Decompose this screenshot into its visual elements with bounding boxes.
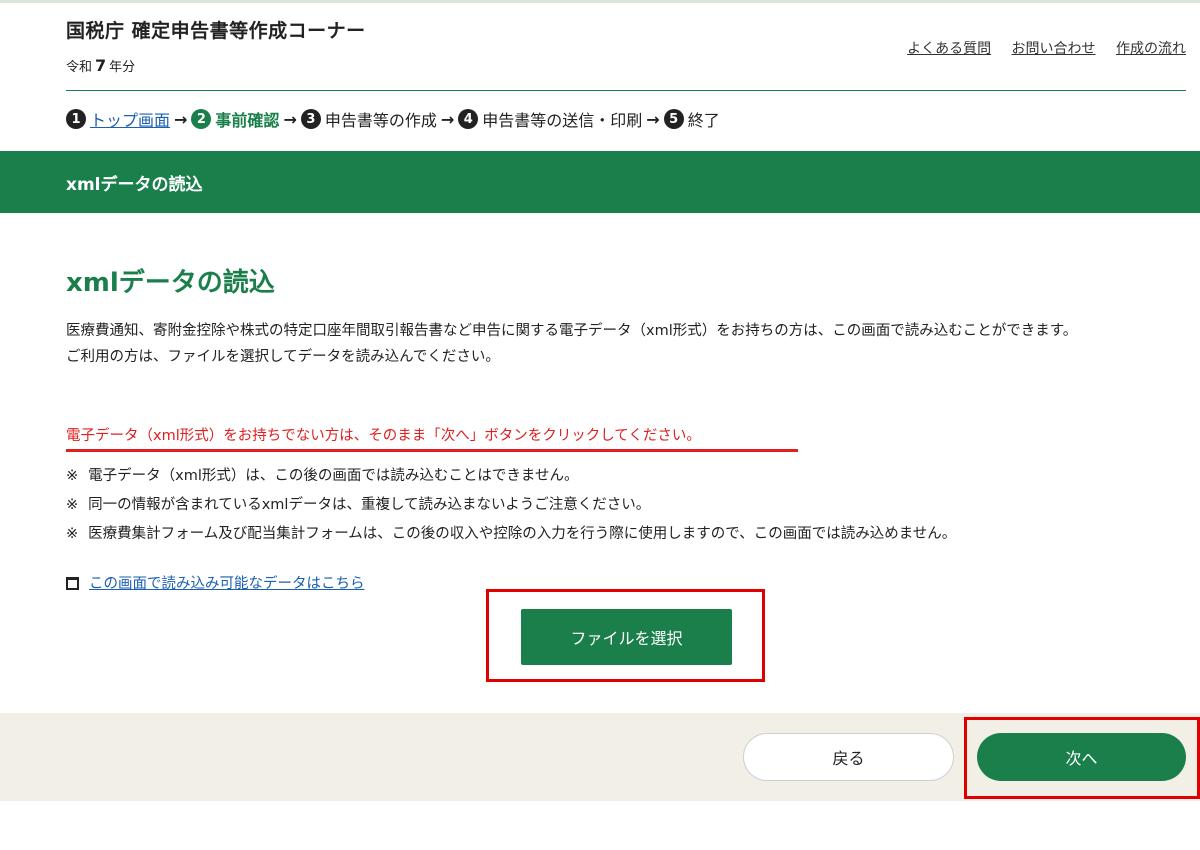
note-text: 同一の情報が含まれているxmlデータは、重複して読み込まないようご注意ください。	[88, 497, 651, 513]
arrow-right-icon: →	[174, 109, 188, 129]
intro-line: 医療費通知、寄附金控除や株式の特定口座年間取引報告書など申告に関する電子データ（…	[66, 323, 1078, 339]
section-banner: xmlデータの読込	[0, 151, 1200, 213]
back-button[interactable]: 戻る	[743, 733, 954, 781]
step-top-link[interactable]: トップ画面	[90, 111, 170, 130]
site-header: 国税庁 確定申告書等作成コーナー 令和 7 年分 よくある質問 お問い合わせ 作成の…	[66, 14, 1186, 75]
step-number-icon: 2	[191, 109, 212, 129]
era-year: 7	[95, 56, 107, 75]
step-number-icon: 5	[663, 109, 684, 129]
step-precheck: 2 事前確認	[191, 107, 279, 131]
select-file-button[interactable]: ファイルを選択	[521, 609, 732, 665]
flow-link[interactable]: 作成の流れ	[1116, 41, 1186, 57]
era-suffix: 年分	[109, 60, 136, 75]
step-top: 1 トップ画面	[66, 107, 170, 131]
note-item: ※ 医療費集計フォーム及び配当集計フォームは、この後の収入や控除の入力を行う際に使…	[66, 520, 1186, 549]
arrow-right-icon: →	[283, 109, 297, 129]
page-title: xmlデータの読込	[66, 268, 275, 298]
note-item: ※ 電子データ（xml形式）は、この後の画面では読み込むことはできません。	[66, 462, 1186, 491]
intro-line: ご利用の方は、ファイルを選択してデータを読み込んでください。	[66, 349, 500, 365]
note-text: 電子データ（xml形式）は、この後の画面では読み込むことはできません。	[88, 468, 579, 484]
intro-text: 医療費通知、寄附金控除や株式の特定口座年間取引報告書など申告に関する電子データ（…	[66, 318, 1186, 370]
progress-steps: 1 トップ画面 → 2 事前確認 → 3 申告書等の作成 → 4 申告書等の送信…	[66, 106, 720, 132]
step-finish: 5 終了	[663, 107, 720, 131]
step-label: 事前確認	[215, 111, 280, 130]
step-label: 終了	[687, 111, 720, 130]
step-number-icon: 1	[66, 109, 86, 129]
faq-link[interactable]: よくある質問	[907, 41, 991, 57]
note-mark: ※	[66, 526, 79, 542]
step-label: 申告書等の作成	[324, 111, 437, 130]
app-title: 国税庁 確定申告書等作成コーナー	[66, 20, 366, 42]
top-border	[0, 0, 1200, 3]
step-label: 申告書等の送信・印刷	[482, 111, 643, 130]
note-item: ※ 同一の情報が含まれているxmlデータは、重複して読み込まないようご注意ください…	[66, 491, 1186, 520]
note-mark: ※	[66, 497, 79, 513]
step-number-icon: 4	[458, 109, 479, 129]
arrow-right-icon: →	[646, 109, 660, 129]
note-text: 医療費集計フォーム及び配当集計フォームは、この後の収入や控除の入力を行う際に使用…	[88, 526, 957, 542]
readable-data-link[interactable]: この画面で読み込み可能なデータはこちら	[89, 572, 365, 593]
highlight-box-next-button	[964, 717, 1200, 799]
tax-year: 令和 7 年分	[66, 56, 135, 75]
arrow-right-icon: →	[440, 109, 455, 129]
readable-data-link-row: この画面で読み込み可能なデータはこちら	[66, 572, 365, 593]
step-number-icon: 3	[300, 109, 321, 129]
step-send-print: 4 申告書等の送信・印刷	[458, 107, 642, 131]
banner-title: xmlデータの読込	[66, 175, 203, 195]
era-prefix: 令和	[66, 60, 93, 75]
notes-list: ※ 電子データ（xml形式）は、この後の画面では読み込むことはできません。 ※ 同一…	[66, 462, 1186, 549]
header-links: よくある質問 お問い合わせ 作成の流れ	[891, 38, 1186, 58]
contact-link[interactable]: お問い合わせ	[1012, 41, 1096, 57]
note-mark: ※	[66, 468, 79, 484]
no-data-notice: 電子データ（xml形式）をお持ちでない方は、そのまま「次へ」ボタンをクリックして…	[66, 424, 798, 452]
header-divider	[66, 90, 1186, 91]
step-create: 3 申告書等の作成	[300, 107, 437, 131]
new-window-icon	[66, 577, 79, 590]
